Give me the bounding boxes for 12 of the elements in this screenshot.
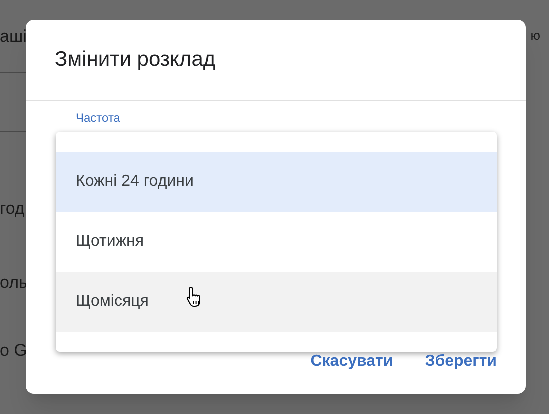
background-text: ю — [530, 27, 540, 45]
background-text: оль — [0, 272, 28, 294]
dialog-title: Змінити розклад — [55, 47, 216, 74]
menu-item[interactable]: Кожні 24 години — [56, 152, 497, 212]
dialog-button[interactable]: Скасувати — [310, 350, 394, 374]
menu-item[interactable]: Щомісяця — [56, 272, 497, 332]
background-text: год — [0, 198, 25, 220]
background-text: аші — [0, 26, 27, 48]
menu-item[interactable]: Щотижня — [56, 212, 497, 272]
dialog-button[interactable]: Зберегти — [425, 350, 497, 374]
field-label: Частота — [76, 111, 120, 125]
background-text: о G — [0, 340, 28, 362]
